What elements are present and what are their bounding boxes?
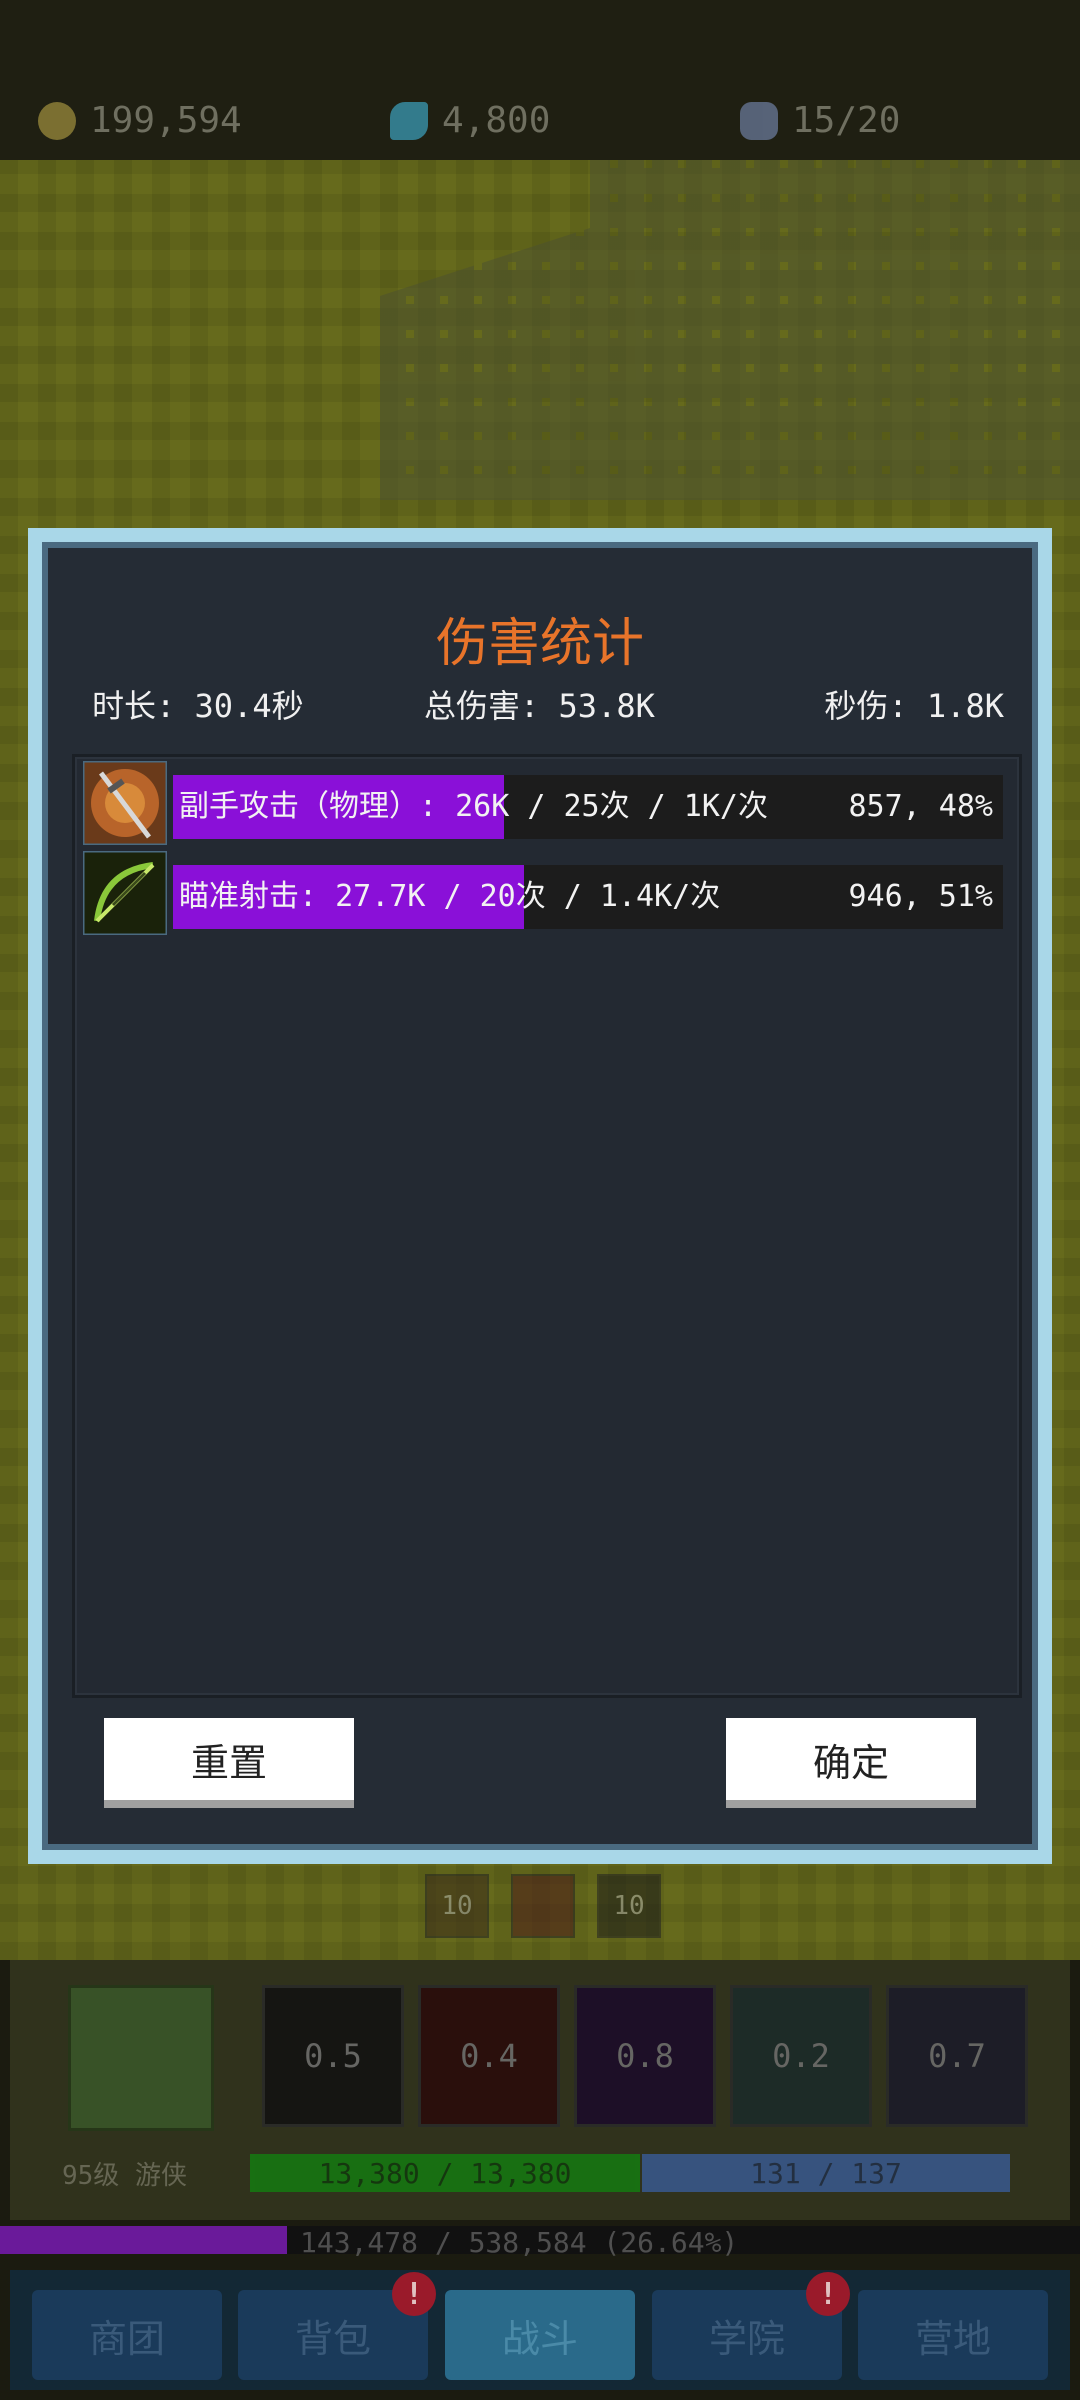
tab-guild[interactable]: 商团 xyxy=(32,2290,222,2380)
mp-bar: 131 / 137 xyxy=(642,2154,1010,2192)
skill-damage-label: 副手攻击（物理）: 26K / 25次 / 1K/次 xyxy=(179,789,768,824)
skill-damage-value: 946, 51% xyxy=(848,879,994,914)
gem-counter: 4,800 xyxy=(390,100,550,141)
gold-counter: 199,594 xyxy=(38,100,242,141)
buff-icon: 10 xyxy=(425,1874,489,1938)
skill-slot-4[interactable]: 0.2 xyxy=(730,1985,872,2127)
energy-counter: 15/20 xyxy=(740,100,900,141)
total-damage-stat: 总伤害: 53.8K xyxy=(424,687,655,725)
hero-portrait[interactable] xyxy=(68,1985,214,2131)
alert-badge: ! xyxy=(806,2272,850,2316)
damage-list: 副手攻击（物理）: 26K / 25次 / 1K/次 857, 48% 瞄准射击… xyxy=(72,754,1022,1698)
gold-value: 199,594 xyxy=(90,100,242,141)
damage-row: 副手攻击（物理）: 26K / 25次 / 1K/次 857, 48% xyxy=(83,761,1011,845)
buff-bar: 10 10 xyxy=(425,1874,661,1938)
alert-badge: ! xyxy=(392,2272,436,2316)
dagger-skill-icon xyxy=(83,761,167,845)
buff-icon xyxy=(511,1874,575,1938)
damage-row: 瞄准射击: 27.7K / 20次 / 1.4K/次 946, 51% xyxy=(83,851,1011,935)
tab-battle[interactable]: 战斗 xyxy=(445,2290,635,2380)
tab-camp[interactable]: 营地 xyxy=(858,2290,1048,2380)
dps-stat: 秒伤: 1.8K xyxy=(824,687,1004,725)
crossbow-skill-icon xyxy=(83,851,167,935)
buff-icon: 10 xyxy=(597,1874,661,1938)
coin-icon xyxy=(38,101,76,140)
energy-value: 15/20 xyxy=(792,100,901,141)
skill-slot-2[interactable]: 0.4 xyxy=(418,1985,560,2127)
energy-icon xyxy=(740,101,778,140)
hp-bar: 13,380 / 13,380 xyxy=(250,2154,640,2192)
xp-text: 143,478 / 538,584 (26.64%) xyxy=(300,2226,739,2259)
skill-slot-5[interactable]: 0.7 xyxy=(886,1985,1028,2127)
reset-button[interactable]: 重置 xyxy=(104,1718,354,1808)
confirm-button[interactable]: 确定 xyxy=(726,1718,976,1808)
skill-damage-label: 瞄准射击: 27.7K / 20次 / 1.4K/次 xyxy=(179,879,721,914)
gem-value: 4,800 xyxy=(442,100,551,141)
hero-name: 95级 游侠 xyxy=(62,2161,187,2191)
skill-damage-value: 857, 48% xyxy=(848,789,994,824)
xp-fill xyxy=(0,2226,287,2254)
dialog-title: 伤害统计 xyxy=(435,614,644,674)
damage-stats-dialog: 伤害统计 时长: 30.4秒 总伤害: 53.8K 秒伤: 1.8K 副手攻击（… xyxy=(28,528,1052,1864)
duration-stat: 时长: 30.4秒 xyxy=(92,687,304,725)
skill-slot-1[interactable]: 0.5 xyxy=(262,1985,404,2127)
skill-slot-3[interactable]: 0.8 xyxy=(574,1985,716,2127)
gem-icon xyxy=(390,101,428,140)
